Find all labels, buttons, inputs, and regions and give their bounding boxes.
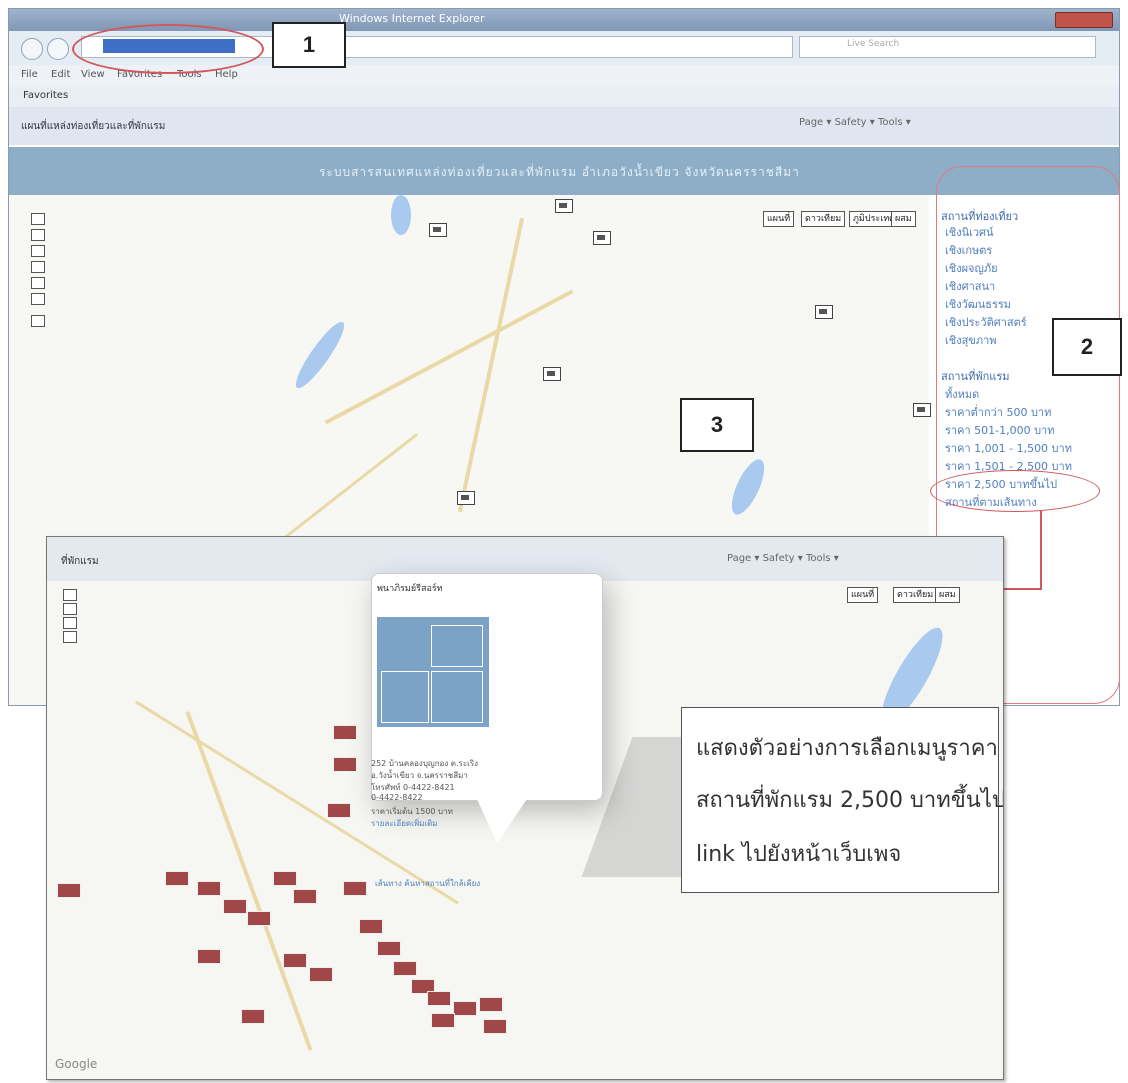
menu-view[interactable]: View xyxy=(81,69,105,80)
price-highlight-ellipse xyxy=(930,470,1100,512)
hotel-photo xyxy=(377,617,489,727)
hotel-marker-icon[interactable] xyxy=(427,991,451,1006)
hotel-marker-icon[interactable] xyxy=(283,953,307,968)
map-type-hybrid[interactable]: ผสม xyxy=(935,587,960,603)
hotel-marker-icon[interactable] xyxy=(913,403,931,417)
road xyxy=(457,217,525,513)
zoom-in-icon[interactable] xyxy=(63,589,77,601)
hotel-marker-icon[interactable] xyxy=(555,199,573,213)
menu-edit[interactable]: Edit xyxy=(51,69,70,80)
hotel-marker-icon[interactable] xyxy=(393,961,417,976)
description-line: link ไปยังหน้าเว็บเพจ xyxy=(696,842,902,867)
command-bar[interactable]: Page ▾ Safety ▾ Tools ▾ xyxy=(727,553,839,564)
lake xyxy=(725,455,771,519)
hotel-marker-icon[interactable] xyxy=(543,367,561,381)
hotel-marker-icon[interactable] xyxy=(197,949,221,964)
zoom-level-icon[interactable] xyxy=(63,603,77,615)
result-browser-window: ที่พักแรม Page ▾ Safety ▾ Tools ▾ แผนที่… xyxy=(46,536,1004,1080)
popup-phone: 0-4422-8422 xyxy=(371,793,423,802)
menu-file[interactable]: File xyxy=(21,69,38,80)
hotel-marker-icon[interactable] xyxy=(431,1013,455,1028)
tab-page[interactable]: ที่พักแรม xyxy=(61,554,99,569)
popup-hotel-name: พนาภิรมย์รีสอร์ท xyxy=(377,584,443,594)
hotel-marker-icon[interactable] xyxy=(327,803,351,818)
description-line: แสดงตัวอย่างการเลือกเมนูราคา xyxy=(696,736,998,761)
hotel-marker-icon[interactable] xyxy=(333,757,357,772)
tab-row xyxy=(9,107,1119,145)
hotel-marker-icon[interactable] xyxy=(429,223,447,237)
hotel-marker-icon[interactable] xyxy=(593,231,611,245)
page-title: ระบบสารสนเทศแหล่งท่องเที่ยวและที่พักแรม … xyxy=(319,165,800,179)
command-bar[interactable]: Page ▾ Safety ▾ Tools ▾ xyxy=(799,117,911,128)
hotel-marker-icon[interactable] xyxy=(273,871,297,886)
zoom-level-icon[interactable] xyxy=(31,245,45,257)
hotel-marker-icon[interactable] xyxy=(453,1001,477,1016)
forward-button[interactable] xyxy=(47,38,69,60)
zoom-level-icon[interactable] xyxy=(31,277,45,289)
description-box: แสดงตัวอย่างการเลือกเมนูราคา สถานที่พักแ… xyxy=(681,707,1003,893)
window-close-button[interactable] xyxy=(1055,12,1113,28)
favorites-button[interactable]: Favorites xyxy=(23,90,68,101)
callout-2: 2 xyxy=(1052,318,1122,376)
hotel-marker-icon[interactable] xyxy=(457,491,475,505)
tab-page[interactable]: แผนที่แหล่งท่องเที่ยวและที่พักแรม xyxy=(21,119,165,134)
zoom-in-icon[interactable] xyxy=(31,213,45,225)
description-line: สถานที่พักแรม 2,500 บาทขึ้นไป xyxy=(696,788,1004,813)
map-type-map[interactable]: แผนที่ xyxy=(847,587,879,603)
menu-help[interactable]: Help xyxy=(215,69,238,80)
hotel-marker-icon[interactable] xyxy=(815,305,833,319)
pan-icon[interactable] xyxy=(31,315,45,327)
callout-1: 1 xyxy=(272,22,346,68)
popup-footer-links[interactable]: เส้นทาง ค้นหาสถานที่ใกล้เคียง xyxy=(375,877,480,890)
zoom-out-icon[interactable] xyxy=(31,293,45,305)
photo-panel xyxy=(431,671,483,723)
hotel-marker-icon[interactable] xyxy=(359,919,383,934)
connector-line xyxy=(1040,510,1042,590)
road xyxy=(324,289,574,425)
url-highlight-ellipse xyxy=(72,24,264,74)
photo-panel xyxy=(381,671,429,723)
hotel-marker-icon[interactable] xyxy=(241,1009,265,1024)
lake xyxy=(391,195,411,235)
hotel-marker-icon[interactable] xyxy=(377,941,401,956)
map-type-satellite[interactable]: ดาวเทียม xyxy=(801,211,846,227)
window-title: Windows Internet Explorer xyxy=(339,12,485,25)
zoom-level-icon[interactable] xyxy=(31,229,45,241)
map-type-map[interactable]: แผนที่ xyxy=(763,211,795,227)
google-logo: Google xyxy=(55,1057,98,1071)
hotel-marker-icon[interactable] xyxy=(333,725,357,740)
zoom-out-icon[interactable] xyxy=(63,631,77,643)
hotel-marker-icon[interactable] xyxy=(197,881,221,896)
zoom-level-icon[interactable] xyxy=(31,261,45,273)
hotel-marker-icon[interactable] xyxy=(165,871,189,886)
hotel-marker-icon[interactable] xyxy=(57,883,81,898)
hotel-marker-icon[interactable] xyxy=(483,1019,507,1034)
zoom-level-icon[interactable] xyxy=(63,617,77,629)
lake xyxy=(289,317,351,393)
popup-pointer xyxy=(477,799,527,843)
popup-detail-link[interactable]: รายละเอียดเพิ่มเติม xyxy=(371,817,438,830)
hotel-marker-icon[interactable] xyxy=(309,967,333,982)
search-input[interactable] xyxy=(799,36,1096,58)
photo-panel xyxy=(431,625,483,667)
favorites-bar xyxy=(9,87,1119,107)
hotel-marker-icon[interactable] xyxy=(293,889,317,904)
hotel-marker-icon[interactable] xyxy=(343,881,367,896)
map-type-hybrid[interactable]: ผสม xyxy=(891,211,916,227)
callout-3: 3 xyxy=(680,398,754,452)
hotel-marker-icon[interactable] xyxy=(479,997,503,1012)
search-placeholder: Live Search xyxy=(847,39,900,49)
hotel-marker-icon[interactable] xyxy=(247,911,271,926)
map-type-satellite[interactable]: ดาวเทียม xyxy=(893,587,938,603)
hotel-marker-icon[interactable] xyxy=(223,899,247,914)
back-button[interactable] xyxy=(21,38,43,60)
